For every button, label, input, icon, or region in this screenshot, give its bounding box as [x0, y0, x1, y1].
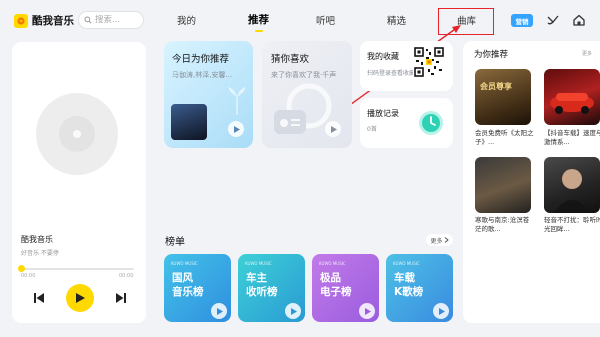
favorites-card[interactable]: 我的收藏 扫码登录查看收藏 [360, 41, 453, 91]
cover-text: 会员尊享 [480, 82, 512, 91]
chart-tag: KUWO MUSIC [245, 261, 272, 266]
chart-name: 国风 音乐榜 [172, 271, 204, 299]
radio-icon [280, 119, 300, 127]
for-you-title: 为你推荐 [474, 50, 509, 60]
favorites-subtitle: 扫码登录查看收藏 [367, 70, 413, 77]
singer-image [554, 169, 590, 213]
time-current: 00:00 [21, 273, 36, 279]
charts-section-title: 榜单 [165, 237, 185, 248]
guess-you-like-card[interactable]: 猜你喜欢 来了你喜欢了我·千声 [262, 41, 352, 148]
playlist-cover-1[interactable]: 会员尊享 [475, 69, 531, 125]
next-icon[interactable] [115, 292, 127, 304]
charts-more-label: 更多 [430, 237, 443, 245]
time-total: 00:00 [119, 273, 134, 279]
previous-icon[interactable] [33, 292, 45, 304]
chart-name: 车主 收听榜 [246, 271, 278, 299]
progress-bar[interactable] [21, 268, 134, 270]
player-card [12, 42, 146, 323]
player-title: 酷我音乐 [21, 235, 53, 244]
chart-card-electronic[interactable]: KUWO MUSIC 极品电子榜 [312, 254, 379, 322]
history-title: 播放记录 [367, 109, 399, 118]
chart-name-line1: 车主 [246, 272, 267, 284]
playlist-cover-4[interactable] [544, 157, 600, 213]
car-image [550, 93, 594, 114]
daily-title: 今日为你推荐 [172, 54, 230, 65]
play-button[interactable] [66, 284, 94, 312]
playlist-cover-2[interactable] [544, 69, 600, 125]
chart-name-line2: K歌榜 [394, 286, 424, 298]
chart-play-button[interactable] [211, 303, 227, 319]
play-icon [290, 307, 297, 315]
chart-card-car-owner[interactable]: KUWO MUSIC 车主收听榜 [238, 254, 305, 322]
chart-name-line2: 收听榜 [246, 286, 278, 298]
clock-icon [419, 111, 443, 135]
guess-title: 猜你喜欢 [271, 54, 310, 65]
chart-name-line2: 音乐榜 [172, 286, 204, 298]
guess-subtitle: 来了你喜欢了我·千声 [271, 71, 337, 79]
for-you-more-link[interactable]: 更多 [582, 50, 592, 57]
chart-play-button[interactable] [433, 303, 449, 319]
charts-more-button[interactable]: 更多 [426, 234, 453, 246]
guess-play-button[interactable] [325, 121, 341, 137]
chart-name-line1: 车载 [394, 272, 415, 284]
daily-recommend-card[interactable]: 今日为你推荐 马伽涛,林泽,安馨... [164, 41, 253, 148]
chart-play-button[interactable] [359, 303, 375, 319]
play-icon [233, 125, 240, 133]
play-icon [76, 293, 85, 303]
playlist-cover-3[interactable] [475, 157, 531, 213]
qr-code-icon [414, 47, 444, 77]
daily-subtitle: 马伽涛,林泽,安馨... [172, 71, 233, 79]
playlist-caption-1[interactable]: 会员免费听《太阳之子》... [475, 129, 535, 147]
clock-badge [416, 108, 446, 138]
play-icon [438, 307, 445, 315]
chart-name: 车载 K歌榜 [394, 271, 423, 299]
chart-play-button[interactable] [285, 303, 301, 319]
chart-tag: KUWO MUSIC [171, 261, 198, 266]
chart-name-line1: 国风 [172, 272, 193, 284]
vinyl-hole [73, 130, 81, 138]
tree-illustration [228, 87, 246, 115]
chart-tag: KUWO MUSIC [319, 261, 346, 266]
chart-name-line1: 极品 [320, 272, 341, 284]
player-subtitle: 好音乐 不要停 [21, 250, 59, 257]
playlist-caption-2[interactable]: 【抖音车载】速度与激情系... [544, 129, 600, 147]
chart-card-guofeng[interactable]: KUWO MUSIC 国风音乐榜 [164, 254, 231, 322]
radio-illustration [274, 110, 306, 134]
playlist-caption-4[interactable]: 轻音不打扰：聆听时光回眸... [544, 216, 600, 234]
history-subtitle: 0首 [367, 126, 377, 133]
daily-album-art [171, 104, 207, 140]
play-icon [330, 125, 337, 133]
login-qr-code[interactable] [414, 47, 444, 77]
chart-name: 极品 电子榜 [320, 271, 352, 299]
chart-card-car-karaoke[interactable]: KUWO MUSIC 车载 K歌榜 [386, 254, 453, 322]
playlist-caption-3[interactable]: 寒歌与南京:沧溟苍茫的歌... [475, 216, 535, 234]
chevron-right-icon [444, 237, 449, 243]
daily-play-button[interactable] [228, 121, 244, 137]
chart-name-line2: 电子榜 [320, 286, 352, 298]
play-history-card[interactable]: 播放记录 0首 [360, 98, 453, 148]
chart-tag: KUWO MUSIC [393, 261, 420, 266]
play-icon [364, 307, 371, 315]
progress-knob[interactable] [18, 265, 25, 272]
favorites-title: 我的收藏 [367, 52, 399, 61]
play-icon [216, 307, 223, 315]
